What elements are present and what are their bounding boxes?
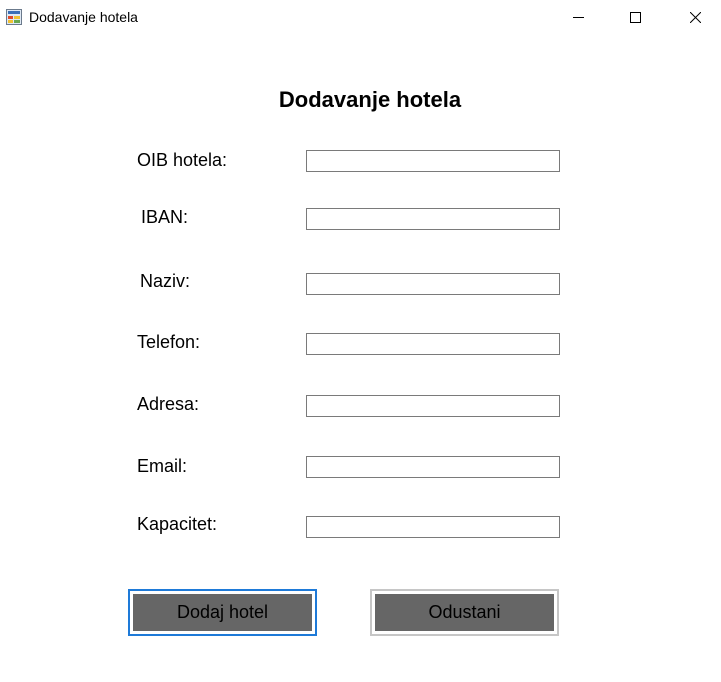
label-kapacitet: Kapacitet: bbox=[137, 514, 218, 534]
close-icon bbox=[690, 12, 701, 23]
add-hotel-button[interactable]: Dodaj hotel bbox=[128, 589, 317, 636]
label-telefon: Telefon: bbox=[137, 332, 201, 352]
label-email: Email: bbox=[137, 456, 188, 476]
maximize-button[interactable] bbox=[612, 0, 658, 34]
app-form-icon bbox=[6, 9, 22, 25]
title-bar[interactable]: Dodavanje hotela bbox=[0, 0, 721, 34]
email-input[interactable] bbox=[306, 456, 560, 478]
label-adresa: Adresa: bbox=[137, 394, 200, 414]
adresa-input[interactable] bbox=[306, 395, 560, 417]
kapacitet-input[interactable] bbox=[306, 516, 560, 538]
window-title: Dodavanje hotela bbox=[29, 9, 138, 25]
oib-input[interactable] bbox=[306, 150, 560, 172]
minimize-button[interactable] bbox=[555, 0, 601, 34]
maximize-icon bbox=[630, 12, 641, 23]
label-naziv: Naziv: bbox=[140, 271, 191, 291]
label-iban: IBAN: bbox=[141, 207, 189, 227]
cancel-button-label: Odustani bbox=[428, 602, 501, 622]
label-oib: OIB hotela: bbox=[137, 150, 228, 170]
close-button[interactable] bbox=[672, 0, 718, 34]
cancel-button[interactable]: Odustani bbox=[370, 589, 559, 636]
naziv-input[interactable] bbox=[306, 273, 560, 295]
iban-input[interactable] bbox=[306, 208, 560, 230]
telefon-input[interactable] bbox=[306, 333, 560, 355]
minimize-icon bbox=[573, 17, 584, 18]
form-title: Dodavanje hotela bbox=[278, 87, 462, 112]
add-hotel-button-label: Dodaj hotel bbox=[176, 602, 269, 622]
